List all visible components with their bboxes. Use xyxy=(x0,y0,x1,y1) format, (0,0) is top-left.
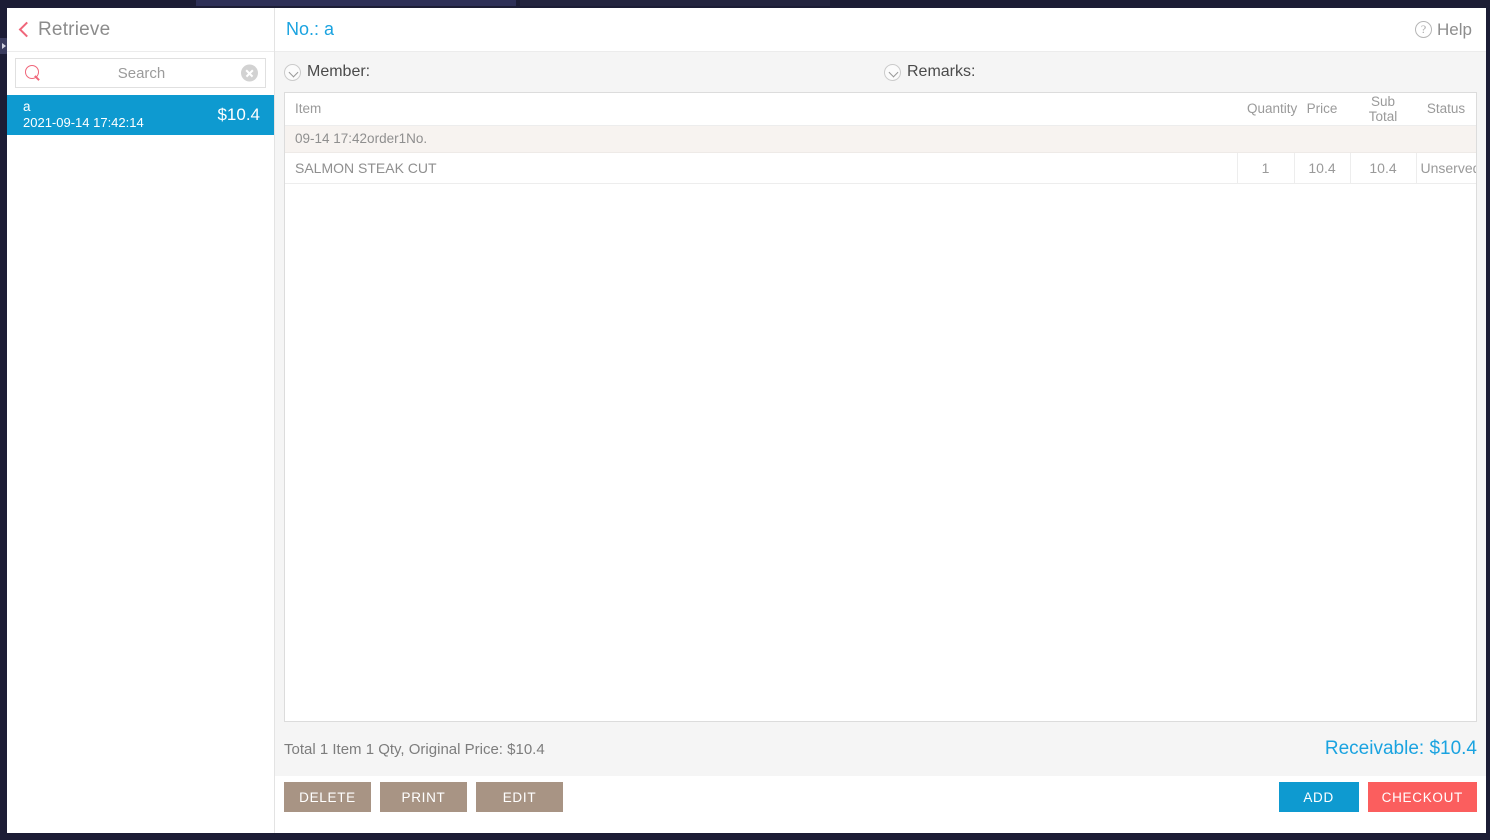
totals-strip: Total 1 Item 1 Qty, Original Price: $10.… xyxy=(275,722,1486,776)
meta-strip: Member: Remarks: xyxy=(275,52,1486,92)
order-item-timestamp: 2021-09-14 17:42:14 xyxy=(23,115,144,131)
search-row xyxy=(7,52,274,95)
items-panel: Item Quantity Price Sub Total Status 09-… xyxy=(284,92,1477,722)
application-window: Retrieve a 2021-09-14 17:42:14 $10.4 xyxy=(0,0,1490,840)
chevron-down-circle-icon xyxy=(284,63,301,81)
page-surface: Retrieve a 2021-09-14 17:42:14 $10.4 xyxy=(7,8,1486,833)
question-circle-icon: ? xyxy=(1415,21,1433,38)
cell-item-name: SALMON STEAK CUT xyxy=(285,152,1237,184)
column-header-status[interactable]: Status xyxy=(1416,93,1476,126)
footer-right-group: ADD CHECKOUT xyxy=(1278,782,1477,812)
table-header-row: Item Quantity Price Sub Total Status xyxy=(285,93,1476,126)
browser-chrome-top-strip xyxy=(0,0,1490,8)
remarks-field[interactable]: Remarks: xyxy=(884,63,981,81)
order-summary-text: Total 1 Item 1 Qty, Original Price: $10.… xyxy=(284,740,545,758)
browser-chrome-bottom-strip xyxy=(0,832,1490,840)
order-item-amount: $10.4 xyxy=(217,105,260,124)
member-label: Member: xyxy=(307,63,371,80)
edit-button[interactable]: EDIT xyxy=(476,782,563,812)
table-row[interactable]: SALMON STEAK CUT 1 10.4 10.4 Unserved xyxy=(285,152,1476,184)
sidebar-header: Retrieve xyxy=(7,8,274,52)
column-header-item[interactable]: Item xyxy=(285,93,1237,126)
page-title: No.: a xyxy=(286,19,335,39)
items-table: Item Quantity Price Sub Total Status 09-… xyxy=(285,93,1476,184)
close-circle-icon[interactable] xyxy=(241,64,258,82)
chrome-tab-segment xyxy=(196,0,516,6)
column-header-price[interactable]: Price xyxy=(1294,93,1350,126)
cell-sub-total: 10.4 xyxy=(1349,152,1416,184)
column-header-quantity[interactable]: Quantity xyxy=(1237,93,1297,126)
remarks-label: Remarks: xyxy=(907,63,976,80)
sidebar-title: Retrieve xyxy=(38,18,111,40)
help-label: Help xyxy=(1437,19,1472,39)
column-header-sub-total[interactable]: Sub Total xyxy=(1350,93,1416,126)
add-button[interactable]: ADD xyxy=(1278,782,1359,812)
search-box[interactable] xyxy=(15,58,266,88)
delete-button[interactable]: DELETE xyxy=(284,782,371,812)
member-field[interactable]: Member: xyxy=(284,63,884,81)
chevron-left-icon[interactable] xyxy=(16,19,32,41)
search-input[interactable] xyxy=(42,64,261,82)
receivable-amount: Receivable: $10.4 xyxy=(1324,738,1477,759)
chrome-tab-segment xyxy=(520,0,830,6)
main-topbar: No.: a ? Help xyxy=(275,8,1486,52)
footer-left-group: DELETE PRINT EDIT xyxy=(284,782,563,812)
window-left-edge xyxy=(0,8,7,833)
main-area: No.: a ? Help Member: Remarks: Item Quan… xyxy=(275,8,1486,833)
cell-quantity: 1 xyxy=(1236,152,1294,184)
order-item-texts: a 2021-09-14 17:42:14 xyxy=(23,99,144,130)
order-item-name: a xyxy=(23,99,31,115)
chevron-down-circle-icon xyxy=(884,63,901,81)
print-button[interactable]: PRINT xyxy=(380,782,467,812)
help-button[interactable]: ? Help xyxy=(1415,20,1472,40)
group-row-label: 09-14 17:42order1No. xyxy=(285,125,1476,153)
checkout-button[interactable]: CHECKOUT xyxy=(1367,782,1477,812)
search-icon xyxy=(24,64,42,82)
order-list: a 2021-09-14 17:42:14 $10.4 xyxy=(7,95,274,135)
table-group-row: 09-14 17:42order1No. xyxy=(285,125,1476,153)
cell-price: 10.4 xyxy=(1293,152,1350,184)
list-item[interactable]: a 2021-09-14 17:42:14 $10.4 xyxy=(7,95,274,135)
cell-status: Unserved xyxy=(1415,152,1476,184)
footer-action-bar: DELETE PRINT EDIT ADD CHECKOUT xyxy=(275,776,1486,833)
retrieve-sidebar: Retrieve a 2021-09-14 17:42:14 $10.4 xyxy=(7,8,275,833)
